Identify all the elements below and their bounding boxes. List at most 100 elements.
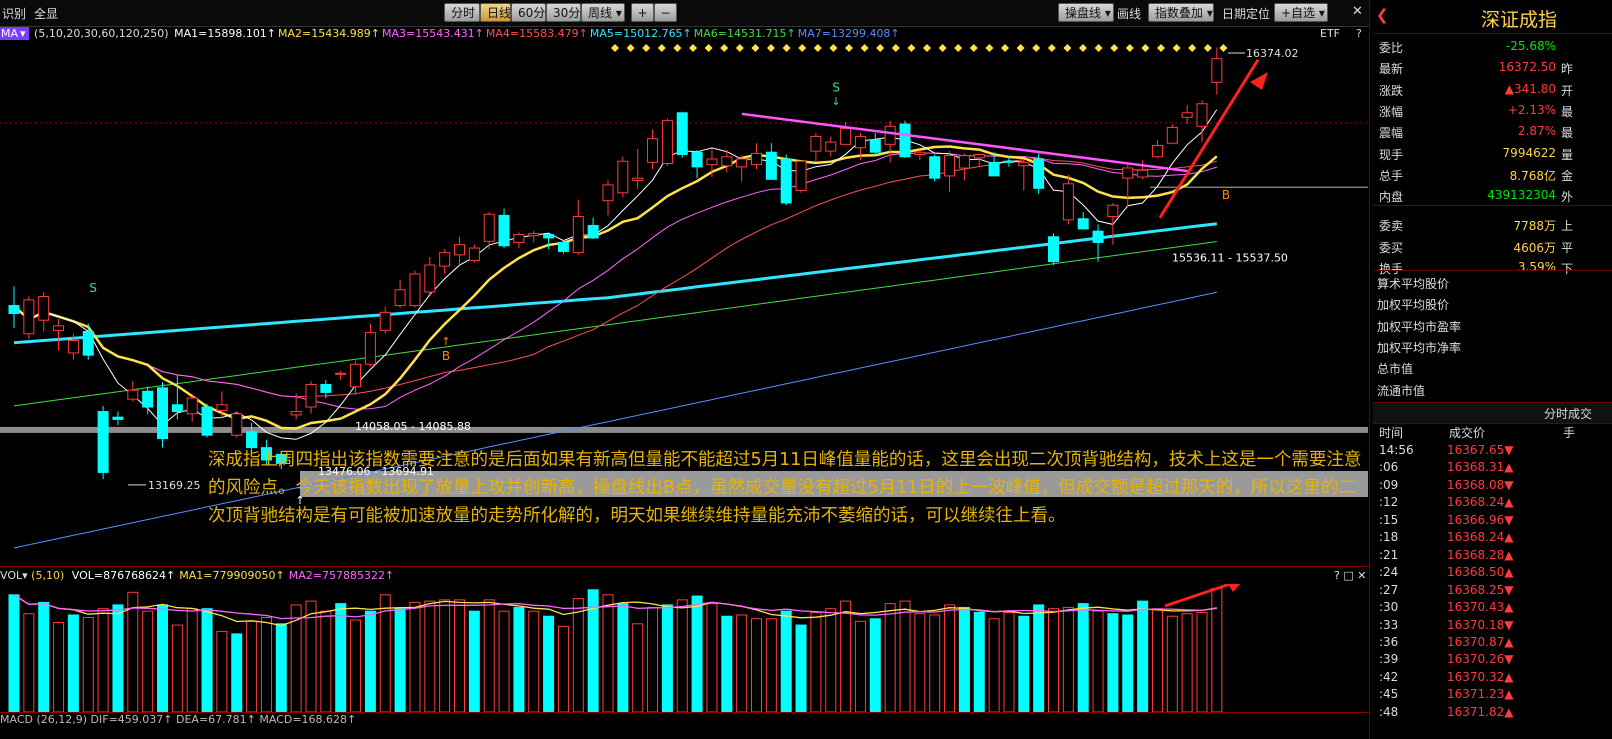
- quote-label: 委卖: [1379, 219, 1404, 234]
- candle-body: [1196, 103, 1208, 127]
- trade-time: :27: [1379, 582, 1399, 597]
- trading-line-dropdown[interactable]: 操盘线 ▾: [1058, 3, 1114, 22]
- quote-label: 涨幅: [1379, 104, 1404, 119]
- quote-label: 总手: [1379, 168, 1404, 183]
- candle-body: [23, 299, 35, 335]
- volume-bar: [186, 608, 198, 712]
- ma-value-2: MA2=15434.989↑: [278, 27, 380, 40]
- index-overlay-dropdown[interactable]: 指数叠加 ▾: [1148, 3, 1214, 22]
- candle-body: [765, 151, 777, 180]
- signal-diamond: [1172, 44, 1181, 52]
- zone-label: 15536.11 - 15537.50: [1172, 251, 1288, 264]
- period-daily-button[interactable]: 日线: [480, 3, 511, 22]
- volume-bar: [528, 610, 540, 712]
- etf-label[interactable]: ETF: [1320, 27, 1340, 40]
- volume-bar: [67, 614, 79, 712]
- period-intraday-button[interactable]: 分时: [444, 3, 480, 22]
- quote-label-secondary: 最: [1561, 126, 1574, 141]
- sell-signal-arrow: ↓: [831, 95, 840, 108]
- vol-trend-arrow: [1164, 584, 1235, 608]
- volume-bar: [958, 606, 970, 712]
- period-weekly-dropdown[interactable]: 周线 ▾: [581, 3, 625, 22]
- candle-body: [528, 232, 540, 237]
- signal-diamond: [907, 44, 916, 52]
- volume-bar: [736, 614, 748, 712]
- volume-bar: [513, 606, 525, 712]
- close-icon[interactable]: ✕: [1352, 4, 1363, 19]
- candle-body: [691, 151, 703, 168]
- trades-title[interactable]: 分时成交: [1544, 405, 1592, 422]
- quote-value: 7994622: [1502, 145, 1556, 160]
- candle-body: [988, 161, 1000, 177]
- pane-controls[interactable]: ? □ ✕: [1334, 569, 1366, 582]
- candle-body: [1062, 183, 1074, 221]
- help-icon[interactable]: ?: [1356, 27, 1362, 40]
- identify-button[interactable]: 识别: [2, 5, 26, 22]
- volume-bar: [320, 610, 332, 712]
- volume-bar: [676, 599, 688, 712]
- volume-bar: [854, 620, 866, 712]
- trade-price: 16370.18▼: [1447, 617, 1514, 632]
- candle-body: [231, 413, 243, 436]
- buy-signal-marker: B: [1222, 188, 1230, 202]
- ma-value-7: MA7=13299.408↑: [797, 27, 900, 40]
- candle-body: [929, 156, 941, 179]
- candle-body: [1107, 204, 1119, 217]
- candle-body: [498, 214, 510, 247]
- ma-indicator-row: MA ▾ (5,10,20,30,60,120,250) MA1=15898.10…: [0, 27, 1370, 43]
- chart-toolbar: 识别 全显 分时 日线 60分 30分 周线 ▾ + − 操盘线 ▾ 画线 指数…: [0, 0, 1370, 27]
- trades-header: 分时成交: [1373, 402, 1612, 424]
- chevron-down-icon: ▾: [22, 569, 28, 582]
- date-locate-button[interactable]: 日期定位: [1222, 5, 1270, 22]
- vol-indicator-selector[interactable]: VOL▾: [0, 569, 28, 582]
- ma-value-1: MA1=15898.101↑: [174, 27, 277, 40]
- quote-value: ▲341.80: [1504, 81, 1556, 96]
- period-60min-button[interactable]: 60分: [511, 3, 546, 22]
- candle-body: [825, 141, 837, 152]
- trade-price: 16370.32▲: [1447, 669, 1514, 684]
- volume-bar: [483, 599, 495, 712]
- zoom-in-button[interactable]: +: [631, 3, 654, 22]
- trade-time: :24: [1379, 565, 1399, 580]
- candle-body: [1151, 144, 1163, 158]
- fullscreen-button[interactable]: 全显: [34, 5, 58, 22]
- arrow-head: [1250, 72, 1268, 90]
- metric-label: 加权平均股价: [1377, 298, 1450, 313]
- signal-diamond: [876, 44, 885, 52]
- candle-body: [186, 397, 198, 415]
- quote-value: +2.13%: [1507, 102, 1556, 117]
- period-30min-button[interactable]: 30分: [546, 3, 581, 22]
- volume-bar: [899, 600, 911, 712]
- quote-row: 总手 8.768亿金: [1373, 164, 1612, 185]
- metric-label: 加权平均市盈率: [1377, 319, 1462, 334]
- signal-diamond: [1063, 44, 1072, 52]
- volume-chart[interactable]: [0, 584, 1368, 712]
- quote-value: 4606万: [1513, 240, 1556, 255]
- trade-row: :21 16368.28▲: [1373, 547, 1612, 564]
- zone-label: 14058.05 - 14085.88: [355, 420, 471, 433]
- quote-label-secondary: 昨: [1561, 62, 1574, 77]
- candle-body: [513, 234, 525, 243]
- add-watchlist-dropdown[interactable]: +自选 ▾: [1274, 3, 1328, 22]
- zoom-out-button[interactable]: −: [654, 3, 677, 22]
- add-watchlist-label: +自选: [1281, 6, 1316, 20]
- quote-value: 3.59%: [1517, 260, 1556, 274]
- candle-body: [454, 244, 465, 256]
- volume-bar: [1211, 588, 1223, 712]
- quote-label: 涨跌: [1379, 83, 1404, 98]
- draw-line-button[interactable]: 画线: [1117, 5, 1141, 22]
- volume-bar: [454, 599, 465, 712]
- trade-time: :18: [1379, 530, 1399, 545]
- back-arrow-icon[interactable]: ❮: [1376, 6, 1389, 24]
- signal-diamond: [1001, 44, 1009, 52]
- volume-bar: [647, 606, 659, 712]
- volume-bar: [929, 614, 941, 712]
- trade-price: 16371.82▲: [1447, 704, 1514, 719]
- volume-bar: [1033, 604, 1045, 712]
- vol-prefix: VOL: [0, 569, 23, 582]
- chevron-down-icon: ▾: [1101, 6, 1111, 20]
- ma-indicator-selector[interactable]: MA ▾: [0, 27, 29, 40]
- signal-diamond: [767, 44, 775, 52]
- volume-bar: [409, 601, 421, 712]
- divider: [1373, 33, 1612, 34]
